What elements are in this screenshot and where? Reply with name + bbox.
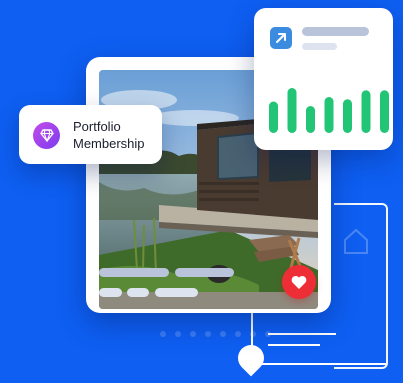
chart-bar xyxy=(306,106,315,133)
badge-title-line: Membership xyxy=(73,136,145,151)
title-placeholder-bar xyxy=(175,268,234,277)
like-button[interactable] xyxy=(282,265,316,299)
badge-title: Portfolio Membership xyxy=(73,118,145,152)
tag-placeholder xyxy=(99,288,122,297)
tag-placeholder xyxy=(127,288,149,297)
chart-bar xyxy=(361,90,371,133)
diamond-icon xyxy=(33,122,60,149)
chart-bar xyxy=(269,101,278,133)
title-placeholder-bar xyxy=(99,268,169,277)
location-pin-icon xyxy=(232,339,270,377)
tag-placeholder xyxy=(155,288,198,297)
chart-bar xyxy=(343,99,352,133)
heart-icon xyxy=(291,275,307,289)
connector-line xyxy=(253,363,386,365)
chart-bar xyxy=(287,88,297,133)
chart-bar xyxy=(380,90,389,133)
stats-card xyxy=(254,8,393,150)
chart-bar xyxy=(324,97,334,133)
home-icon xyxy=(344,228,368,254)
text-lines-decoration xyxy=(268,333,338,355)
bar-chart xyxy=(269,88,389,133)
badge-title-line: Portfolio xyxy=(73,119,121,134)
decorative-dots xyxy=(160,331,271,337)
portfolio-membership-badge[interactable]: Portfolio Membership xyxy=(19,105,162,164)
